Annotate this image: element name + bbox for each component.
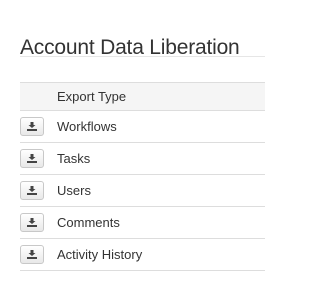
table-row: Activity History [20,238,265,271]
export-type-label: Workflows [57,110,265,143]
table-header-icon-column [20,82,57,111]
table-row: Comments [20,206,265,239]
export-type-label: Users [57,174,265,207]
export-type-label: Comments [57,206,265,239]
export-table: Export Type Workflows Tasks Users Commen… [20,82,265,271]
table-header-export-type: Export Type [57,82,265,111]
export-type-label: Activity History [57,238,265,271]
download-icon [27,218,37,227]
download-tasks-button[interactable] [20,149,44,168]
download-users-button[interactable] [20,181,44,200]
table-row: Users [20,174,265,207]
table-row: Workflows [20,110,265,143]
download-workflows-button[interactable] [20,117,44,136]
download-icon [27,122,37,131]
export-type-label: Tasks [57,142,265,175]
download-icon [27,250,37,259]
table-row: Tasks [20,142,265,175]
table-header-row: Export Type [20,82,265,111]
download-icon [27,186,37,195]
download-comments-button[interactable] [20,213,44,232]
download-activity-history-button[interactable] [20,245,44,264]
download-icon [27,154,37,163]
title-divider [20,56,265,57]
